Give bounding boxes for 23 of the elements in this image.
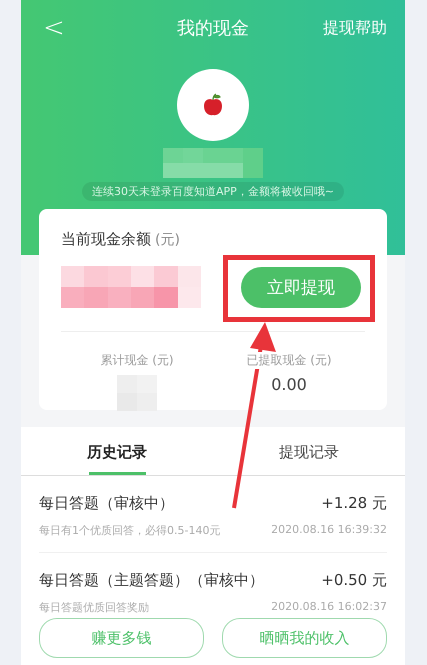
record-title: 每日答题（主题答题）（审核中） xyxy=(39,571,265,590)
help-link[interactable]: 提现帮助 xyxy=(323,18,387,38)
stat-value: 0.00 xyxy=(271,375,307,394)
footer-button[interactable]: 晒晒我的收入 xyxy=(222,618,387,658)
record-amount: +0.50 元 xyxy=(320,571,387,590)
record-time: 2020.08.16 16:39:32 xyxy=(271,523,387,538)
apple-icon xyxy=(202,93,224,117)
page-title: 我的现金 xyxy=(177,17,249,40)
stat-label: 累计现金 (元) xyxy=(100,352,174,369)
balance-label: 当前现金余额 xyxy=(61,230,151,248)
tab[interactable]: 历史记录 xyxy=(21,427,213,475)
withdraw-button[interactable]: 立即提现 xyxy=(241,266,361,308)
unit-text: (元) xyxy=(155,232,180,248)
record-note: 每日答题优质回答奖励 xyxy=(39,600,150,615)
tab[interactable]: 提现记录 xyxy=(213,427,405,475)
record-time: 2020.08.16 16:02:37 xyxy=(271,600,387,615)
back-button[interactable]: < xyxy=(43,13,65,43)
record-title: 每日答题（审核中） xyxy=(39,494,175,513)
stat-label: 已提取现金 (元) xyxy=(246,352,332,369)
record-note: 每日有1个优质回答，必得0.5-140元 xyxy=(39,523,222,538)
footer-button[interactable]: 赚更多钱 xyxy=(39,618,204,658)
record-amount: +1.28 元 xyxy=(320,494,387,513)
notice-text: 连续30天未登录百度知道APP，金额将被收回哦~ xyxy=(82,182,344,201)
